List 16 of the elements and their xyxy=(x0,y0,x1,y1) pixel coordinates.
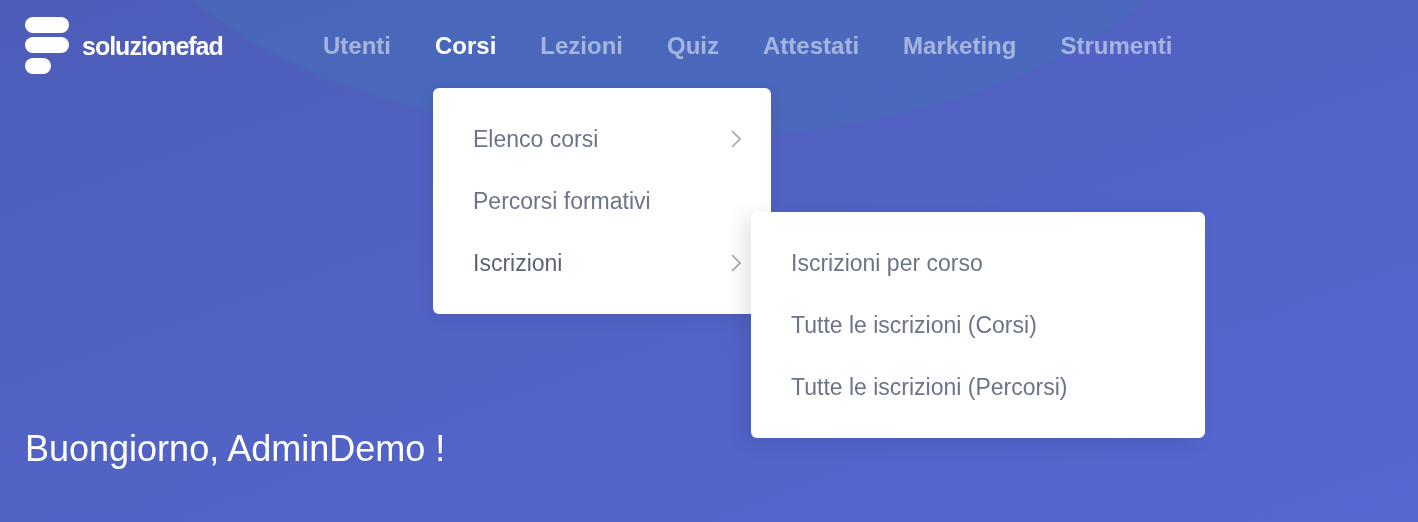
menu-item[interactable]: Iscrizioni xyxy=(473,232,741,294)
nav-link[interactable]: Strumenti xyxy=(1060,32,1173,60)
greeting-heading: Buongiorno, AdminDemo ! xyxy=(25,428,446,470)
nav-link[interactable]: Corsi xyxy=(435,32,497,60)
submenu-item[interactable]: Tutte le iscrizioni (Corsi) xyxy=(791,294,1175,356)
nav-link[interactable]: Marketing xyxy=(903,32,1017,60)
nav-link[interactable]: Utenti xyxy=(323,32,391,60)
nav-link[interactable]: Lezioni xyxy=(540,32,624,60)
submenu-item[interactable]: Tutte le iscrizioni (Percorsi) xyxy=(791,356,1175,418)
menu-item[interactable]: Elenco corsi xyxy=(473,108,741,170)
nav-link[interactable]: Quiz xyxy=(667,32,720,60)
submenu-item[interactable]: Iscrizioni per corso xyxy=(791,232,1175,294)
logo-text[interactable]: soluzionefad xyxy=(82,31,223,61)
nav-link[interactable]: Attestati xyxy=(763,32,860,60)
menu-item[interactable]: Percorsi formativi xyxy=(473,170,741,232)
logo-icon xyxy=(25,17,69,75)
